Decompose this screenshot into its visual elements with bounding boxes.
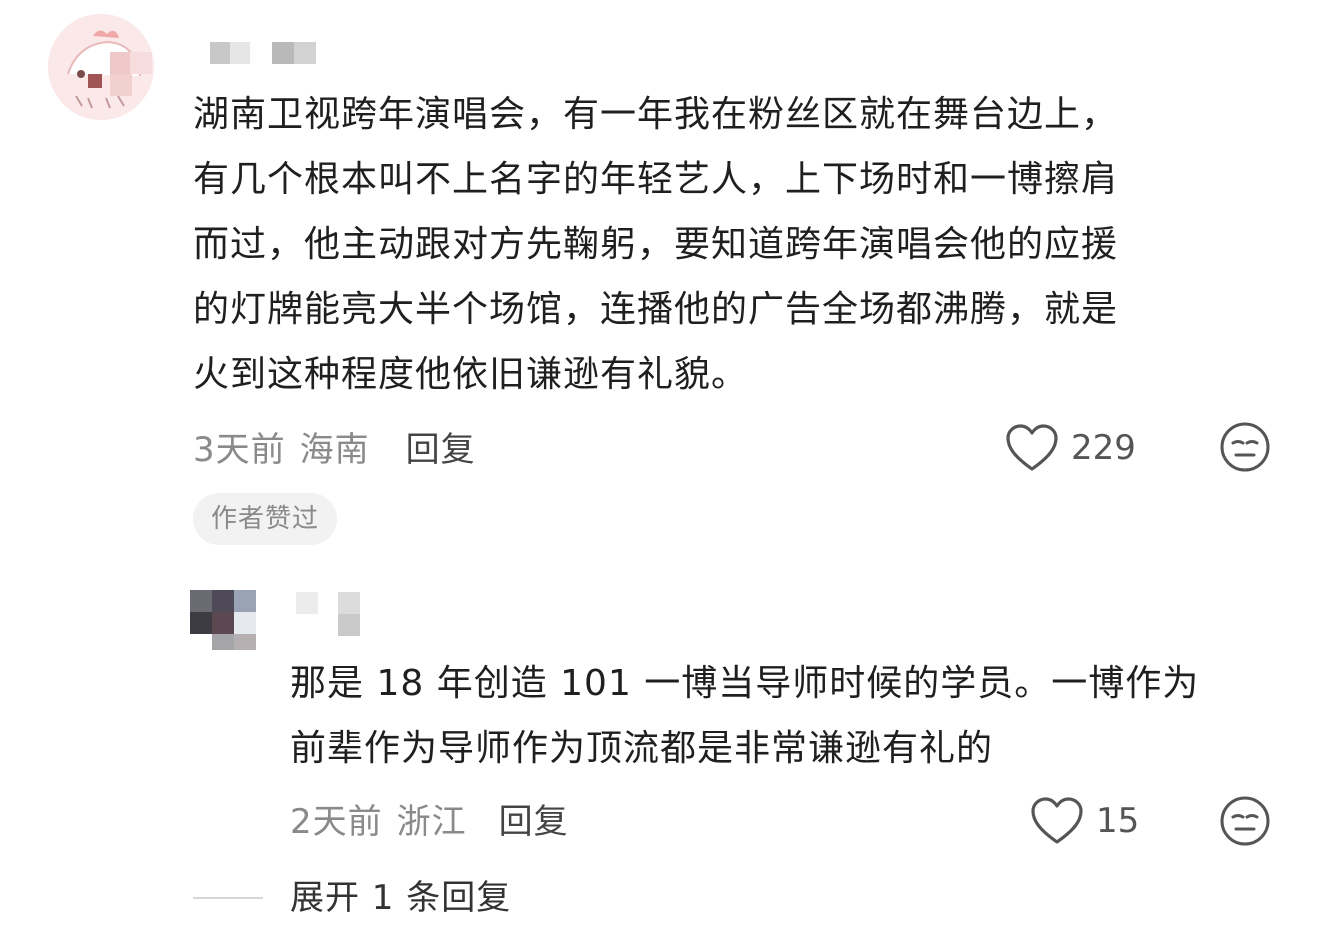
heart-outline-icon (1005, 423, 1059, 473)
comment-location: 海南 (299, 429, 370, 470)
unamused-face-icon[interactable] (1219, 795, 1271, 847)
comment-meta: 3天前 海南 回复 (193, 420, 476, 472)
reply-like-button[interactable]: 15 (1030, 794, 1139, 848)
replier-name-mosaic[interactable] (296, 592, 366, 636)
replier-avatar[interactable] (190, 585, 276, 655)
reply-time: 2天前 (290, 801, 383, 842)
reply-like-count: 15 (1096, 801, 1140, 841)
reply-to-reply-button[interactable]: 回复 (499, 794, 569, 843)
comment-text: 湖南卫视跨年演唱会，有一年我在粉丝区就在舞台边上， 有几个根本叫不上名字的年轻艺… (193, 94, 1119, 395)
reply-meta: 2天前 浙江 回复 (290, 792, 569, 844)
like-button[interactable]: 229 (1005, 420, 1136, 476)
commenter-name-mosaic[interactable] (210, 42, 320, 64)
comment-time: 3天前 (193, 429, 286, 470)
expand-replies-button[interactable]: 展开 1 条回复 (290, 874, 511, 922)
expand-divider (193, 897, 263, 899)
unamused-face-icon[interactable] (1219, 421, 1271, 473)
commenter-avatar[interactable] (48, 14, 154, 120)
heart-outline-icon (1030, 796, 1084, 846)
like-count: 229 (1071, 428, 1136, 468)
reply-text: 那是 18 年创造 101 一博当导师时候的学员。一博作为 前辈作为导师作为顶流… (290, 663, 1200, 769)
reply-location: 浙江 (396, 801, 467, 842)
reply-button[interactable]: 回复 (406, 422, 476, 471)
author-liked-badge: 作者赞过 (193, 493, 338, 545)
